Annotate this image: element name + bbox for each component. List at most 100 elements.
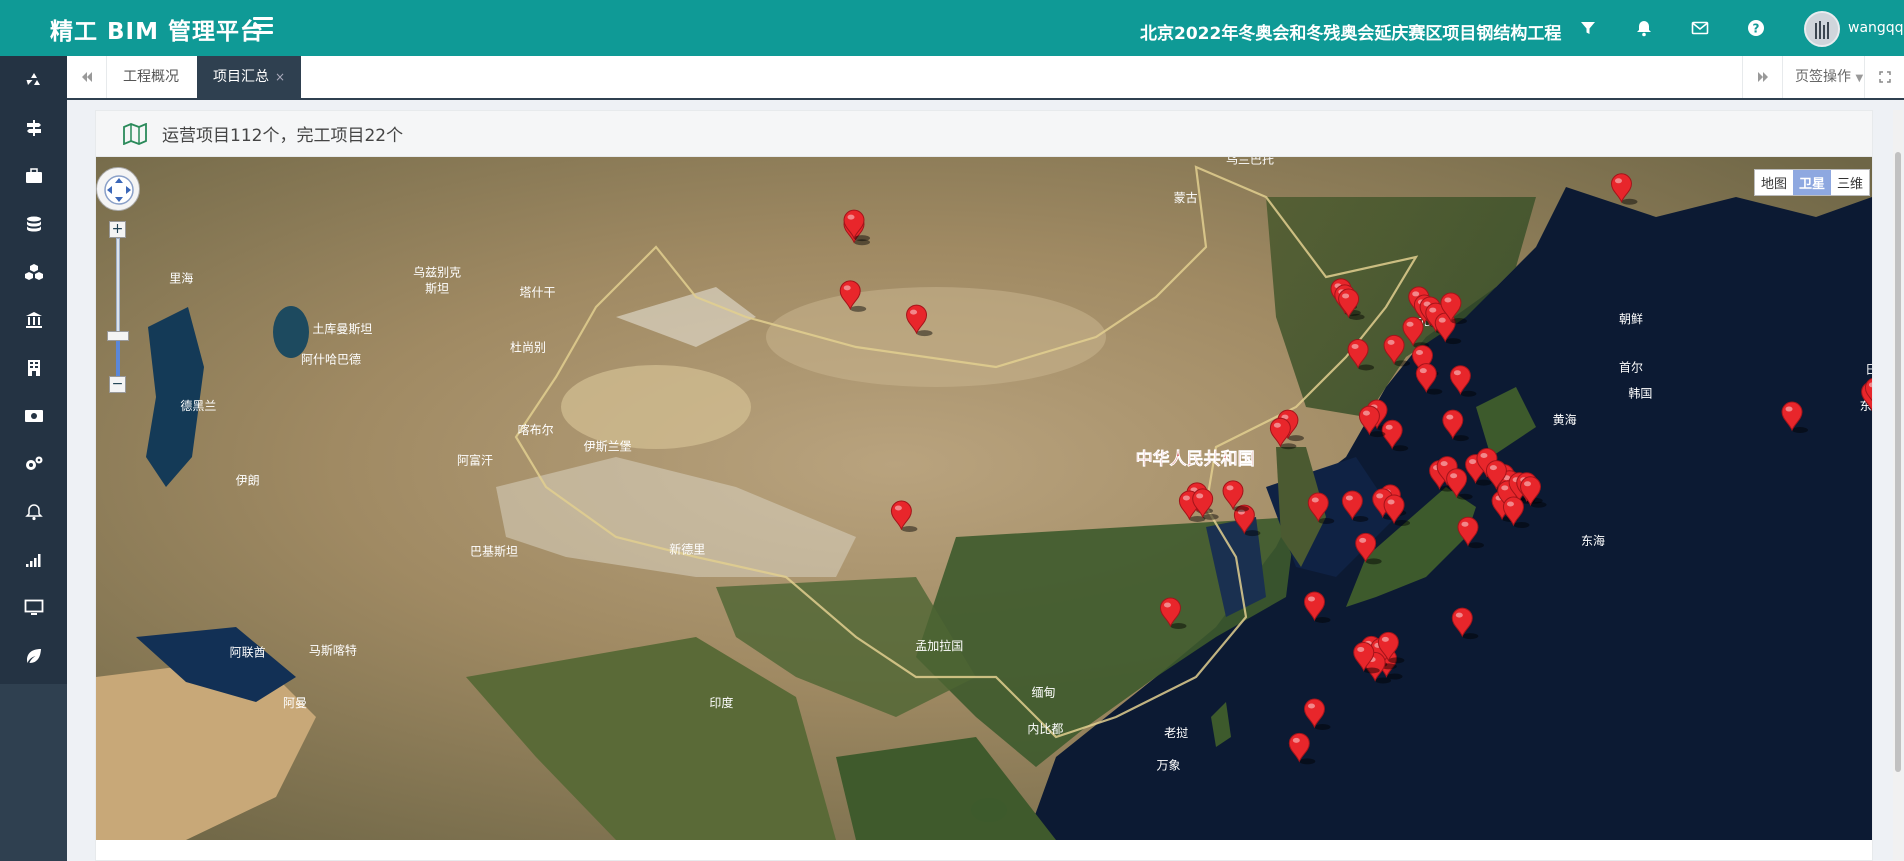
- top-navbar: 精工 BIM 管理平台 北京2022年冬奥会和冬残奥会延庆赛区项目钢结构工程 ?…: [0, 0, 1904, 56]
- briefcase-icon: [25, 168, 42, 183]
- map-place-label: 土库曼斯坦: [312, 321, 372, 336]
- map-place-label: 杜尚别: [510, 339, 546, 354]
- mail-icon[interactable]: [1688, 16, 1712, 40]
- map-place-label: 伊朗: [236, 474, 260, 488]
- map-type-3d[interactable]: 三维: [1831, 170, 1869, 195]
- scrollbar-thumb[interactable]: [1895, 152, 1901, 772]
- map-place-label: 德黑兰: [180, 398, 216, 413]
- map-type-map[interactable]: 地图: [1755, 170, 1793, 195]
- sidebar-item-recycle[interactable]: [0, 56, 67, 104]
- fullscreen-icon: [1878, 71, 1891, 83]
- zoom-slider-handle[interactable]: [107, 331, 129, 341]
- sidebar-item-briefcase[interactable]: [0, 152, 67, 200]
- double-chevron-left-icon: [81, 72, 92, 82]
- filter-icon[interactable]: [1576, 16, 1600, 40]
- map-place-label: 首尔: [1619, 359, 1643, 374]
- tab-close-icon[interactable]: ×: [275, 70, 285, 84]
- map-place-label: 里海: [169, 271, 193, 286]
- sidebar: [0, 56, 67, 861]
- map-place-label: 缅甸: [1031, 686, 1055, 700]
- map-place-label: 阿什哈巴德: [301, 351, 361, 366]
- hamburger-icon: [253, 24, 273, 27]
- map-place-label: 内比都: [1027, 722, 1063, 736]
- sidebar-item-bank[interactable]: [0, 296, 67, 344]
- sidebar-item-database[interactable]: [0, 200, 67, 248]
- monitor-icon: [24, 599, 43, 615]
- sidebar-item-money[interactable]: [0, 392, 67, 440]
- sidebar-item-building[interactable]: [0, 344, 67, 392]
- map-type-satellite[interactable]: 卫星: [1792, 170, 1831, 195]
- username[interactable]: wangqq: [1848, 20, 1904, 36]
- page-operations-dropdown[interactable]: 页签操作 ▼: [1782, 56, 1875, 98]
- hamburger-icon: [253, 17, 273, 20]
- sidebar-item-leaf[interactable]: [0, 632, 67, 680]
- svg-text:?: ?: [1753, 22, 1760, 36]
- cubes-icon: [24, 264, 43, 280]
- recycle-icon: [26, 73, 40, 85]
- vertical-scrollbar[interactable]: [1893, 110, 1903, 861]
- tab-scroll-left-button[interactable]: [67, 56, 107, 98]
- map-pan-control[interactable]: [96, 167, 140, 211]
- map-place-label: 巴基斯坦: [470, 544, 518, 558]
- building-icon: [27, 360, 40, 376]
- signpost-icon: [26, 120, 41, 136]
- map-place-label: 哈萨克斯坦: [483, 157, 543, 158]
- compass-arrows-icon: [104, 175, 134, 205]
- double-chevron-right-icon: [1757, 72, 1768, 82]
- avatar[interactable]: [1804, 11, 1840, 47]
- hamburger-icon: [253, 31, 273, 34]
- summary-header: 运营项目112个，完工项目22个: [96, 111, 1872, 157]
- sidebar-item-statistics[interactable]: [0, 536, 67, 584]
- map-place-label: 阿曼: [283, 696, 307, 710]
- leaf-icon: [26, 649, 41, 663]
- zoom-slider[interactable]: + −: [107, 221, 129, 393]
- caret-down-icon: ▼: [1855, 73, 1864, 84]
- map-place-label: 中华人民共和国: [1136, 448, 1255, 469]
- brand-title: 精工 BIM 管理平台: [50, 19, 264, 45]
- tab-project-overview[interactable]: 工程概况: [107, 56, 195, 98]
- zoom-in-button[interactable]: +: [109, 221, 126, 238]
- map-place-label: 孟加拉国: [915, 638, 963, 653]
- map-canvas[interactable]: 阿斯塔纳哈萨克斯坦乌兰巴托蒙古里海乌兹别克斯坦塔什干土库曼斯坦阿什哈巴德杜尚别北…: [96, 157, 1872, 840]
- map-place-label: 马斯喀特: [309, 642, 357, 657]
- map-place-label: 乌兰巴托: [1226, 157, 1274, 166]
- money-icon: [24, 410, 43, 422]
- map-place-label: 老挝: [1164, 726, 1188, 740]
- database-icon: [26, 216, 41, 232]
- bell-icon[interactable]: [1632, 16, 1656, 40]
- tab-bar: 工程概况 项目汇总 × 页签操作 ▼: [67, 56, 1904, 100]
- fullscreen-button[interactable]: [1864, 56, 1904, 98]
- sidebar-item-settings[interactable]: [0, 440, 67, 488]
- menu-toggle-button[interactable]: [253, 17, 273, 39]
- map-place-label: 蒙古: [1174, 190, 1198, 205]
- map-place-label: 阿联酋: [230, 644, 266, 659]
- sidebar-item-notifications[interactable]: [0, 488, 67, 536]
- tab-label: 工程概况: [123, 69, 179, 85]
- map-place-label: 韩国: [1628, 386, 1652, 401]
- sidebar-item-signpost[interactable]: [0, 104, 67, 152]
- map-place-label: 印度: [709, 695, 733, 710]
- tab-project-summary[interactable]: 项目汇总 ×: [197, 56, 302, 98]
- map-place-label: 黄海: [1553, 412, 1577, 427]
- map-place-label: 斯坦: [425, 282, 449, 296]
- project-summary-panel: 运营项目112个，完工项目22个 乌兰巴托 蒙古 里海 乌兹别克 斯坦 塔什干 …: [95, 110, 1873, 861]
- map-place-label: 伊斯兰堡: [584, 438, 632, 453]
- sidebar-item-cubes[interactable]: [0, 248, 67, 296]
- sidebar-item-monitor[interactable]: [0, 584, 67, 632]
- map-place-label: 朝鲜: [1619, 312, 1643, 326]
- tab-scroll-right-button[interactable]: [1742, 56, 1782, 98]
- project-title: 北京2022年冬奥会和冬残奥会延庆赛区项目钢结构工程: [1140, 24, 1562, 44]
- bell-icon: [24, 504, 43, 521]
- project-map[interactable]: 阿斯塔纳哈萨克斯坦乌兰巴托蒙古里海乌兹别克斯坦塔什干土库曼斯坦阿什哈巴德杜尚别北…: [96, 157, 1872, 840]
- map-place-label: 喀布尔: [518, 422, 554, 437]
- tab-label: 项目汇总: [213, 69, 269, 85]
- map-place-label: 阿富汗: [457, 452, 493, 467]
- help-icon[interactable]: ?: [1744, 16, 1768, 40]
- map-place-label: 万象: [1157, 758, 1181, 772]
- page-operations-label: 页签操作: [1795, 69, 1851, 85]
- summary-text: 运营项目112个，完工项目22个: [162, 126, 404, 146]
- gears-icon: [25, 456, 42, 470]
- map-place-label: 塔什干: [520, 286, 556, 300]
- map-type-switcher: 地图 卫星 三维: [1753, 169, 1870, 196]
- zoom-out-button[interactable]: −: [109, 376, 126, 393]
